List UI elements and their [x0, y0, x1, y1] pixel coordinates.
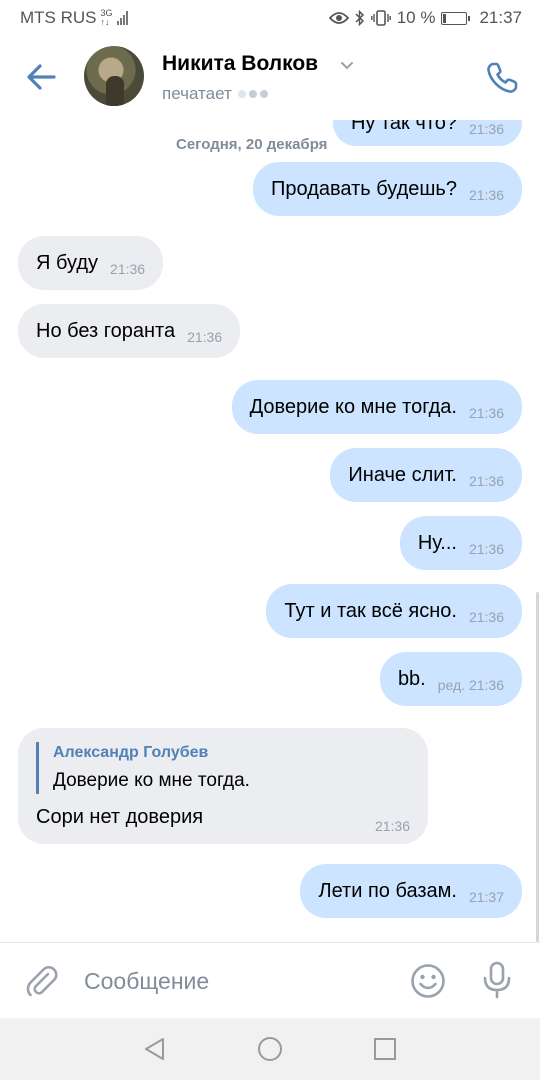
- network-type: 3G ↑↓: [101, 9, 113, 27]
- message-bubble[interactable]: Иначе слит. 21:36: [330, 448, 522, 502]
- microphone-icon[interactable]: [482, 961, 512, 999]
- message-bubble[interactable]: Тут и так всё ясно. 21:36: [266, 584, 522, 638]
- signal-icon: [116, 11, 128, 25]
- contact-name[interactable]: Никита Волков: [162, 52, 318, 76]
- vibrate-icon: [370, 10, 391, 26]
- message-time: 21:36: [374, 818, 410, 834]
- message-list[interactable]: Ну так что? 21:36 Сегодня, 20 декабря Пр…: [0, 120, 540, 942]
- system-nav-bar: [0, 1018, 540, 1080]
- message-text: bb.: [397, 667, 426, 690]
- network-activity-label: ↑↓: [100, 17, 110, 27]
- message-time: 21:36: [187, 329, 223, 345]
- message-time: ред. 21:36: [437, 677, 504, 693]
- phone-icon[interactable]: [484, 60, 520, 96]
- battery-percent: 10 %: [396, 8, 436, 27]
- message-text: Сори нет доверия: [36, 806, 204, 828]
- message-bubble[interactable]: bb. ред. 21:36: [379, 652, 522, 706]
- message-text: Лети по базам.: [318, 879, 457, 902]
- message-time: 21:36: [468, 187, 504, 203]
- chat-header: Никита Волков печатает: [0, 36, 540, 120]
- message-text: Иначе слит.: [348, 463, 457, 486]
- typing-status: печатает: [162, 84, 268, 104]
- reply-message-bubble[interactable]: Александр Голубев Доверие ко мне тогда. …: [18, 728, 428, 844]
- message-bubble[interactable]: Ну... 21:36: [399, 516, 522, 570]
- status-bar: MTS RUS 3G ↑↓ 10 % 21:37: [0, 0, 540, 36]
- status-time: 21:37: [479, 8, 522, 27]
- carrier-label: MTS RUS: [20, 8, 97, 27]
- message-input[interactable]: [84, 961, 384, 1001]
- message-text: Доверие ко мне тогда.: [249, 395, 457, 418]
- message-text: Продавать будешь?: [271, 177, 457, 200]
- message-bubble[interactable]: Доверие ко мне тогда. 21:36: [231, 380, 522, 434]
- status-right: 10 % 21:37: [328, 8, 522, 28]
- message-bubble[interactable]: Продавать будешь? 21:36: [253, 162, 522, 216]
- message-bubble[interactable]: Но без горанта 21:36: [18, 304, 241, 358]
- nav-home-icon[interactable]: [257, 1036, 283, 1062]
- date-label: Сегодня, 20 декабря: [168, 132, 336, 157]
- reply-author: Александр Голубев: [53, 744, 209, 761]
- message-bubble-partial[interactable]: Ну так что? 21:36: [332, 120, 522, 146]
- message-bubble[interactable]: Лети по базам. 21:37: [300, 864, 522, 918]
- avatar[interactable]: [84, 46, 144, 106]
- composer: [0, 942, 540, 1018]
- message-time: 21:36: [468, 609, 504, 625]
- emoji-icon[interactable]: [410, 963, 446, 999]
- nav-back-icon[interactable]: [142, 1036, 168, 1062]
- message-text: Ну...: [417, 531, 457, 554]
- back-arrow-icon[interactable]: [24, 60, 58, 94]
- bluetooth-icon: [355, 10, 364, 26]
- message-time: 21:36: [468, 121, 504, 137]
- message-time: 21:36: [468, 541, 504, 557]
- reply-quote[interactable]: Александр Голубев Доверие ко мне тогда.: [36, 742, 250, 794]
- battery-icon: [441, 11, 471, 25]
- message-text: Ну так что?: [350, 120, 457, 134]
- typing-status-label: печатает: [162, 84, 232, 103]
- nav-recent-icon[interactable]: [372, 1036, 398, 1062]
- chevron-down-icon[interactable]: [340, 58, 354, 72]
- reply-quoted-text: Доверие ко мне тогда.: [53, 770, 250, 791]
- message-text: Но без горанта: [36, 319, 176, 342]
- scrollbar[interactable]: [536, 592, 539, 942]
- message-time: 21:36: [468, 405, 504, 421]
- message-time: 21:36: [110, 261, 146, 277]
- message-time: 21:37: [468, 889, 504, 905]
- message-time: 21:36: [468, 473, 504, 489]
- message-text: Тут и так всё ясно.: [284, 599, 457, 622]
- paperclip-icon[interactable]: [24, 963, 58, 999]
- eye-icon: [328, 12, 349, 24]
- typing-dots-icon: [237, 90, 268, 98]
- status-left: MTS RUS 3G ↑↓: [20, 8, 128, 28]
- message-text: Я буду: [36, 251, 99, 274]
- message-bubble[interactable]: Я буду 21:36: [18, 236, 164, 290]
